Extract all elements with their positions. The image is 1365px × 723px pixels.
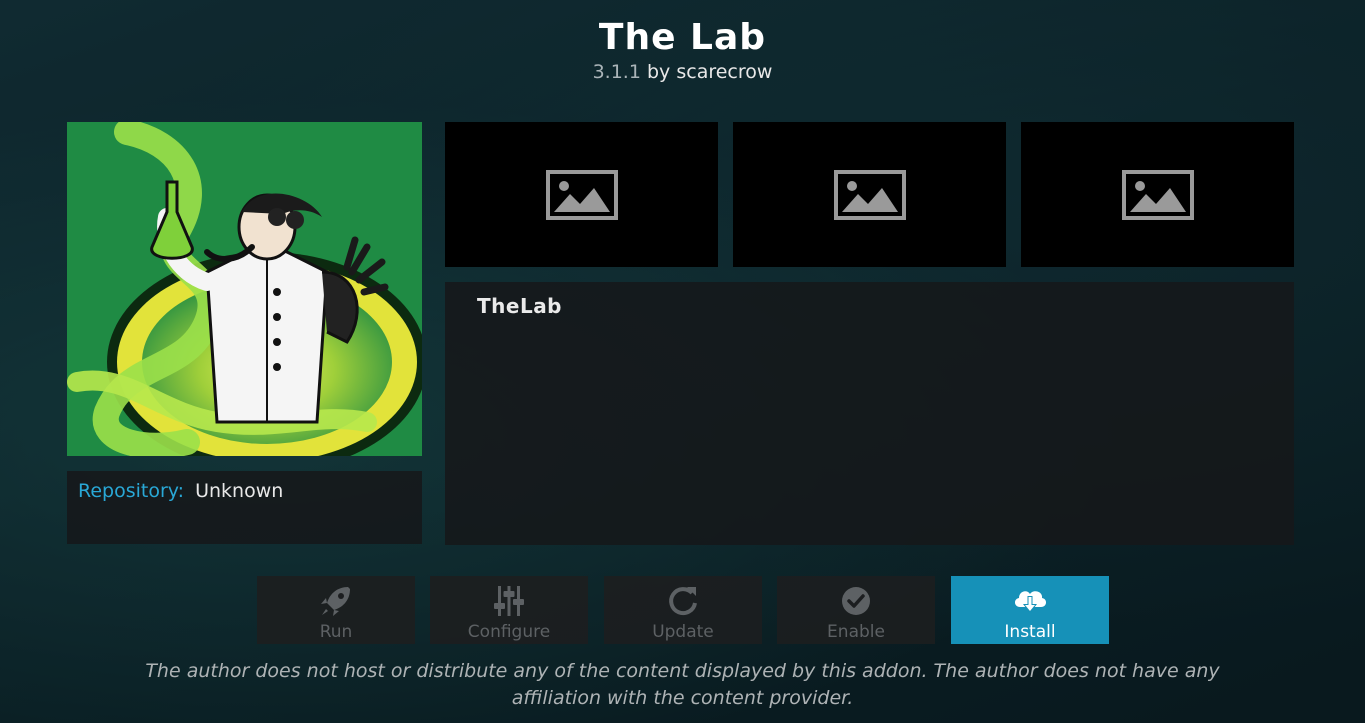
screenshot-thumbnail-1[interactable] xyxy=(445,122,718,267)
configure-button[interactable]: Configure xyxy=(430,576,588,644)
install-button[interactable]: Install xyxy=(951,576,1109,644)
description-text: TheLab xyxy=(477,294,563,318)
rocket-icon xyxy=(318,583,354,619)
update-button[interactable]: Update xyxy=(604,576,762,644)
enable-label: Enable xyxy=(827,622,885,642)
repository-line: Repository: Unknown xyxy=(78,480,283,502)
configure-label: Configure xyxy=(467,622,551,642)
repository-value: Unknown xyxy=(195,480,284,502)
image-placeholder-icon xyxy=(545,169,618,220)
repository-label: Repository: xyxy=(78,480,185,502)
run-label: Run xyxy=(319,622,353,642)
run-button[interactable]: Run xyxy=(257,576,415,644)
screenshot-thumbnail-3[interactable] xyxy=(1021,122,1294,267)
checkmark-icon xyxy=(838,583,874,619)
addon-subtitle: 3.1.1 by scarecrow xyxy=(0,60,1365,84)
sliders-icon xyxy=(491,583,527,619)
refresh-icon xyxy=(665,583,701,619)
description-panel[interactable]: TheLab xyxy=(445,282,1294,545)
addon-header: The Lab 3.1.1 by scarecrow xyxy=(0,14,1365,84)
image-placeholder-icon xyxy=(1121,169,1194,220)
addon-title: The Lab xyxy=(598,17,767,58)
addon-version: 3.1.1 xyxy=(592,61,641,83)
image-placeholder-icon xyxy=(833,169,906,220)
addon-poster xyxy=(67,122,422,456)
addon-author: scarecrow xyxy=(676,61,773,83)
cloud-download-icon xyxy=(1011,583,1049,619)
mad-scientist-illustration xyxy=(67,122,422,456)
author-prefix: by xyxy=(646,61,671,83)
update-label: Update xyxy=(652,622,714,642)
screenshot-thumbnail-2[interactable] xyxy=(733,122,1006,267)
enable-button[interactable]: Enable xyxy=(777,576,935,644)
disclaimer-text: The author does not host or distribute a… xyxy=(145,660,1220,709)
repository-panel: Repository: Unknown xyxy=(67,471,422,544)
install-label: Install xyxy=(1004,622,1056,642)
